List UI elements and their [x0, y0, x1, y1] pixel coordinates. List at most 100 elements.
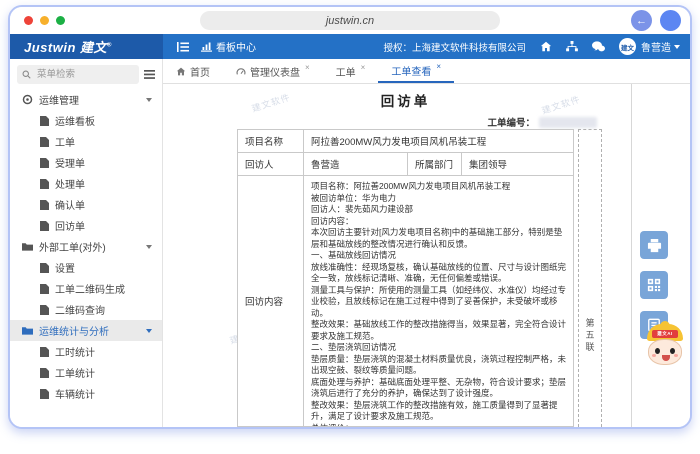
url-text: justwin.cn: [326, 15, 374, 27]
sidebar-item-work-order[interactable]: 工单: [10, 131, 162, 152]
zoom-window-button[interactable]: [56, 16, 65, 25]
sidebar-item-vehicle-statistics[interactable]: 车辆统计: [10, 383, 162, 404]
back-button[interactable]: ←: [631, 10, 652, 31]
form-title: 回访单: [237, 90, 574, 110]
back-arrow-icon: ←: [636, 15, 647, 27]
sidebar-item-return-visit-order[interactable]: 回访单: [10, 215, 162, 236]
ai-assistant-mascot[interactable]: 建文AI: [642, 321, 688, 379]
minimize-window-button[interactable]: [40, 16, 49, 25]
content-line: 项目名称：阿拉善200MW风力发电项目风机吊装工程: [311, 181, 566, 193]
username-text[interactable]: 鲁营造: [641, 39, 671, 54]
tab-home[interactable]: 首页: [163, 59, 223, 83]
close-tab-icon[interactable]: ×: [305, 63, 310, 72]
sidebar-item-label: 工时统计: [55, 344, 95, 359]
menu-search-input[interactable]: [35, 68, 134, 81]
sidebar-item-settings[interactable]: 设置: [10, 257, 162, 278]
form-content-area: 建文软件 建文软件 建文软件 建文软件 建文软件 回访单 工单编号： 项目名称 …: [163, 84, 690, 427]
ops-gear-icon: [22, 94, 33, 105]
sidebar-item-handling-order[interactable]: 处理单: [10, 173, 162, 194]
content-line: 一、基础放线回访情况: [311, 250, 566, 262]
content-line: 二、垫层浇筑回访情况: [311, 342, 566, 354]
file-icon: [40, 368, 49, 378]
sidebar-item-label: 运维统计与分析: [39, 323, 109, 338]
logo-block: Justwin 建文®: [10, 34, 163, 59]
board-center-label: 看板中心: [216, 39, 256, 54]
department-value: 集团领导: [462, 153, 573, 175]
tab-work-order-view[interactable]: 工单查看 ×: [378, 59, 454, 83]
sidebar-item-ops-statistics-analysis[interactable]: 运维统计与分析: [10, 320, 162, 341]
department-label: 所属部门: [408, 153, 462, 175]
sidebar-item-confirmation-order[interactable]: 确认单: [10, 194, 162, 215]
sidebar-item-label: 工单统计: [55, 365, 95, 380]
close-tab-icon[interactable]: ×: [436, 62, 441, 71]
content-line: 本次回访主要针对[风力发电项目名称]中的基础施工部分，特别是垫层和基础放线的整改…: [311, 227, 566, 250]
folder-icon: [22, 326, 33, 335]
file-icon: [40, 200, 49, 210]
home-icon[interactable]: [540, 41, 552, 52]
browser-window: justwin.cn ← Justwin 建文® 看板中心 授权：上海建文软件: [8, 5, 692, 429]
qrcode-button[interactable]: [640, 271, 668, 299]
sidebar-item-ops-management[interactable]: 运维管理: [10, 89, 162, 110]
sidebar-item-label: 处理单: [55, 176, 85, 191]
sidebar: 运维管理 运维看板 工单 受理单 处理单: [10, 59, 163, 427]
tab-label: 管理仪表盘: [250, 64, 300, 79]
file-icon: [40, 389, 49, 399]
sidebar-item-external-work-order[interactable]: 外部工单(对外): [10, 236, 162, 257]
address-bar[interactable]: justwin.cn: [200, 11, 500, 30]
gauge-icon: [236, 67, 246, 76]
sidebar-item-acceptance-order[interactable]: 受理单: [10, 152, 162, 173]
close-window-button[interactable]: [24, 16, 33, 25]
sidebar-collapse-icon[interactable]: [177, 42, 189, 52]
tab-management-dashboard[interactable]: 管理仪表盘 ×: [223, 59, 323, 83]
panel-divider: [631, 84, 632, 427]
menu-list-icon[interactable]: [144, 70, 155, 79]
browser-action-button[interactable]: [660, 10, 681, 31]
tab-label: 工单: [336, 64, 356, 79]
user-menu-caret-icon: [674, 45, 680, 49]
sidebar-item-label: 受理单: [55, 155, 85, 170]
file-icon: [40, 263, 49, 273]
content-line: 整改效果：基础放线工作的整改措施得当，效果显著，完全符合设计要求及施工规范。: [311, 319, 566, 342]
file-icon: [40, 221, 49, 231]
print-button[interactable]: [640, 231, 668, 259]
sidebar-item-label: 回访单: [55, 218, 85, 233]
order-no-label: 工单编号：: [487, 115, 535, 129]
chevron-down-icon: [146, 245, 152, 249]
visitor-label: 回访人: [238, 153, 304, 175]
project-name-value: 阿拉善200MW风力发电项目风机吊装工程: [304, 130, 573, 152]
file-icon: [40, 137, 49, 147]
mascot-face: [648, 339, 682, 365]
copy-number-text: 第五联: [584, 318, 597, 354]
file-icon: [40, 116, 49, 126]
message-icon[interactable]: [592, 41, 605, 52]
sidebar-item-qrcode-query[interactable]: 二维码查询: [10, 299, 162, 320]
content-line: 放线准确性：经现场复核，确认基础放线的位置、尺寸与设计图纸完全一致，放线标记清晰…: [311, 262, 566, 285]
visit-content-text: 项目名称：阿拉善200MW风力发电项目风机吊装工程 被回访单位：华为电力 回访人…: [304, 176, 573, 426]
sidebar-item-work-hours-statistics[interactable]: 工时统计: [10, 341, 162, 362]
sidebar-item-label: 车辆统计: [55, 386, 95, 401]
file-icon: [40, 305, 49, 315]
board-center-link[interactable]: 看板中心: [201, 39, 256, 54]
browser-titlebar: justwin.cn ←: [10, 7, 690, 34]
file-icon: [40, 179, 49, 189]
sidebar-item-label: 二维码查询: [55, 302, 105, 317]
copy-number-column: 第五联: [578, 129, 602, 427]
main-area: 首页 管理仪表盘 × 工单 × 工单查看: [163, 59, 690, 427]
file-icon: [40, 158, 49, 168]
user-avatar[interactable]: 建文: [619, 38, 636, 55]
sidebar-item-label: 确认单: [55, 197, 85, 212]
content-line: 整改效果：垫层浇筑工作的整改措施有效，施工质量得到了显著提升，满足了设计要求及施…: [311, 400, 566, 423]
chevron-down-icon: [146, 98, 152, 102]
tab-work-order[interactable]: 工单 ×: [323, 59, 379, 83]
sidebar-item-work-order-qrcode-generate[interactable]: 工单二维码生成: [10, 278, 162, 299]
sidebar-item-ops-board[interactable]: 运维看板: [10, 110, 162, 131]
menu-search-box[interactable]: [17, 65, 139, 84]
sidebar-item-work-order-statistics[interactable]: 工单统计: [10, 362, 162, 383]
folder-icon: [22, 242, 33, 251]
close-tab-icon[interactable]: ×: [361, 63, 366, 72]
content-line: 垫层质量：垫层浇筑的混凝土材料质量优良，浇筑过程控制严格，未出现空鼓、裂纹等质量…: [311, 354, 566, 377]
sidebar-item-label: 工单二维码生成: [55, 281, 125, 296]
bar-chart-icon: [201, 42, 212, 52]
return-visit-form-table: 项目名称 阿拉善200MW风力发电项目风机吊装工程 回访人 鲁营造 所属部门 集…: [237, 129, 574, 427]
org-structure-icon[interactable]: [566, 41, 578, 52]
